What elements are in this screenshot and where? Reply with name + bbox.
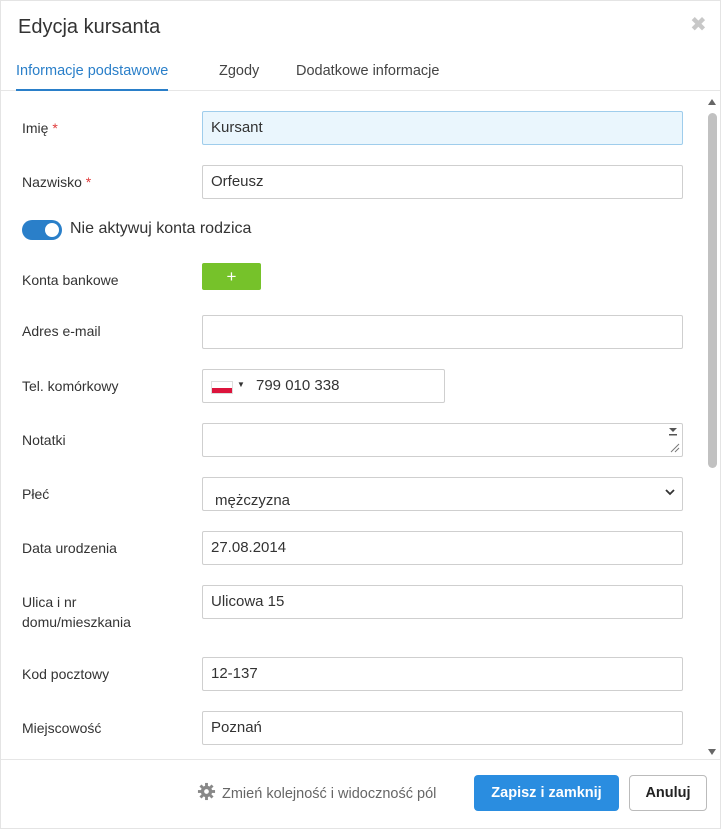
postal-code-label: Kod pocztowy [22,666,110,682]
mobile-label: Tel. komórkowy [22,378,119,394]
add-bank-account-button[interactable]: + [202,263,261,290]
gender-selected-value: mężczyzna [215,492,291,509]
birth-date-label: Data urodzenia [22,540,117,556]
required-mark: * [85,174,92,190]
last-name-label-text: Nazwisko [22,174,82,190]
parent-account-toggle-label: Nie aktywuj konta rodzica [70,220,252,237]
field-settings-link[interactable]: Zmień kolejność i widoczność pól [197,782,436,802]
scroll-down-icon[interactable] [707,747,717,757]
tab-basic-info[interactable]: Informacje podstawowe [16,63,169,91]
last-name-input[interactable]: Orfeusz [202,165,683,199]
edit-student-dialog: Edycja kursanta ✖ Informacje podstawowe … [0,0,721,829]
first-name-label: Imię * [22,118,58,138]
mobile-input[interactable]: 799 010 338 [256,377,339,394]
cancel-button[interactable]: Anuluj [629,775,707,811]
first-name-label-text: Imię [22,120,49,136]
street-label-line1: Ulica i nr [22,594,77,610]
dialog-footer: Zmień kolejność i widoczność pól Zapisz … [1,759,720,828]
parent-account-toggle[interactable] [22,220,62,240]
poland-flag-icon[interactable] [211,381,233,394]
field-settings-label: Zmień kolejność i widoczność pól [222,786,437,802]
tab-consents[interactable]: Zgody [219,63,259,89]
email-input[interactable] [202,315,683,349]
first-name-input[interactable]: Kursant [202,111,683,145]
dialog-title: Edycja kursanta [18,16,161,38]
toggle-knob [45,223,59,237]
required-mark: * [52,120,58,136]
notes-textarea[interactable] [202,423,683,457]
scroll-up-icon[interactable] [707,97,717,107]
textarea-resize-icon[interactable] [666,424,680,454]
bank-accounts-label: Konta bankowe [22,272,119,288]
street-label: Ulica i nr domu/mieszkania [22,592,131,632]
form-scrollbar[interactable] [704,91,720,761]
last-name-label: Nazwisko * [22,172,91,192]
city-input[interactable]: Poznań [202,711,683,745]
email-label: Adres e-mail [22,323,101,339]
tab-bar: Informacje podstawowe Zgody Dodatkowe in… [1,55,720,91]
gender-select[interactable]: mężczyzna [202,477,683,511]
mobile-phone-field: ▼ 799 010 338 [202,369,445,403]
chevron-down-icon [665,489,675,496]
form-content: Imię * Kursant Nazwisko * Orfeusz Nie ak… [1,91,706,761]
save-and-close-button[interactable]: Zapisz i zamknij [474,775,619,811]
tab-additional-info[interactable]: Dodatkowe informacje [296,63,439,89]
gear-icon [197,782,216,801]
dialog-header: Edycja kursanta ✖ [1,1,720,55]
postal-code-input[interactable]: 12-137 [202,657,683,691]
street-input[interactable]: Ulicowa 15 [202,585,683,619]
birth-date-input[interactable]: 27.08.2014 [202,531,683,565]
close-icon[interactable]: ✖ [690,15,707,35]
gender-label: Płeć [22,486,50,502]
notes-label: Notatki [22,432,66,448]
country-dropdown-caret-icon[interactable]: ▼ [237,380,245,389]
street-label-line2: domu/mieszkania [22,614,131,630]
scroll-thumb[interactable] [708,113,717,468]
city-label: Miejscowość [22,720,102,736]
